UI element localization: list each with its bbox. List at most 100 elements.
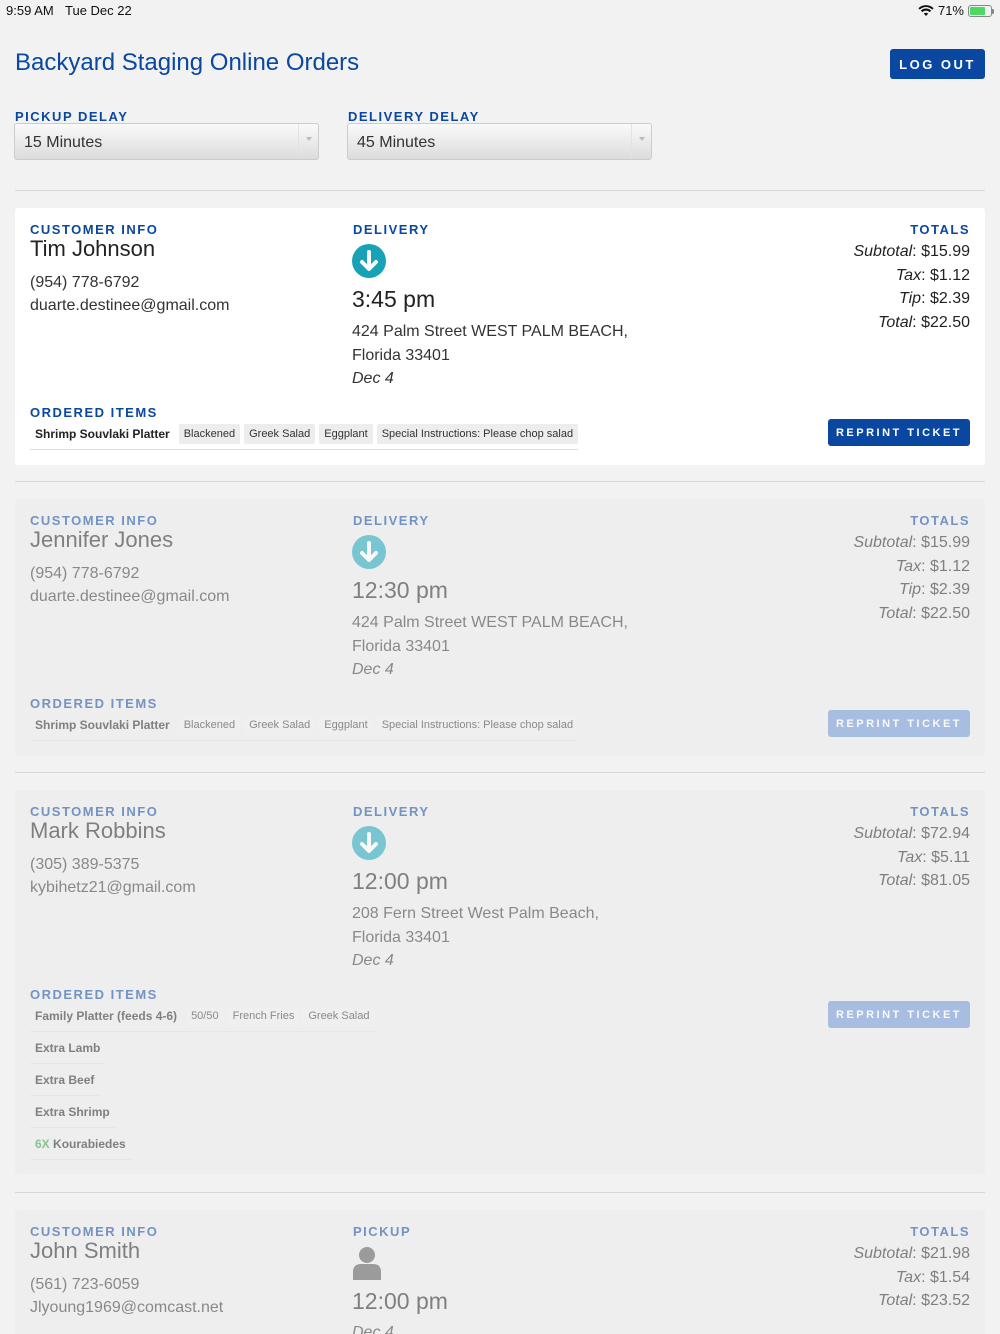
item-modifier: Special Instructions: Please chop salad <box>376 424 579 444</box>
ordered-items-label: ORDERED ITEMS <box>30 696 158 711</box>
divider <box>15 772 985 773</box>
divider <box>15 1192 985 1193</box>
tip-row: Tip: $2.39 <box>898 581 970 598</box>
order-date: Dec 4 <box>352 1324 394 1334</box>
item-name: Extra Lamb <box>35 1041 101 1055</box>
item-modifier: Special Instructions: Please chop salad <box>376 715 579 735</box>
order-time: 12:00 pm <box>352 868 448 894</box>
item-modifier: 50/50 <box>186 1006 224 1026</box>
address-line-1: 424 Palm Street WEST PALM BEACH, <box>352 323 628 340</box>
order-time: 12:30 pm <box>352 577 448 603</box>
tax-row: Tax: $1.12 <box>895 557 970 575</box>
reprint-ticket-button[interactable]: REPRINT TICKET <box>828 419 970 446</box>
status-time: 9:59 AM <box>6 3 54 18</box>
customer-phone: (954) 778-6792 <box>30 565 140 582</box>
customer-email: kybihetz21@gmail.com <box>30 879 196 896</box>
divider <box>15 481 985 482</box>
reprint-ticket-button[interactable]: REPRINT TICKET <box>828 710 970 737</box>
address-line-1: 424 Palm Street WEST PALM BEACH, <box>352 614 628 631</box>
log-out-button[interactable]: LOG OUT <box>890 49 985 79</box>
item-modifier: Eggplant <box>319 715 373 735</box>
person-icon <box>352 1246 382 1280</box>
customer-info-label: CUSTOMER INFO <box>30 804 159 819</box>
total-row: Total: $23.52 <box>878 1292 970 1309</box>
order-date: Dec 4 <box>352 952 394 969</box>
item-name: 6X Kourabiedes <box>35 1137 126 1151</box>
status-bar: 9:59 AM Tue Dec 22 71% <box>0 0 1000 22</box>
chevron-down-icon <box>298 124 318 159</box>
address-line-2: Florida 33401 <box>352 638 450 655</box>
ordered-items-label: ORDERED ITEMS <box>30 405 158 420</box>
list-item: 6X Kourabiedes <box>30 1133 131 1160</box>
item-modifier: Greek Salad <box>244 715 316 735</box>
order-card: CUSTOMER INFO Jennifer Jones (954) 778-6… <box>15 499 985 756</box>
tax-row: Tax: $1.54 <box>895 1268 970 1286</box>
customer-email: duarte.destinee@gmail.com <box>30 588 230 605</box>
total-row: Total: $22.50 <box>878 313 970 331</box>
chevron-down-icon <box>631 124 651 159</box>
totals-block: Subtotal: $72.94 Tax: $5.11 Total: $81.0… <box>853 822 970 893</box>
totals-block: Subtotal: $21.98 Tax: $1.54 Total: $23.5… <box>853 1242 970 1313</box>
subtotal-row: Subtotal: $21.98 <box>853 1245 970 1262</box>
list-item: Extra Lamb <box>30 1037 106 1064</box>
page-title: Backyard Staging Online Orders <box>15 49 360 76</box>
pickup-delay-select[interactable]: 15 Minutes <box>14 123 319 160</box>
address-line-2: Florida 33401 <box>352 347 450 364</box>
totals-block: Subtotal: $15.99 Tax: $1.12 Tip: $2.39 T… <box>853 531 970 625</box>
delivery-arrow-icon <box>352 826 386 860</box>
customer-info-label: CUSTOMER INFO <box>30 513 159 528</box>
list-item: Extra Shrimp <box>30 1101 115 1128</box>
totals-label: TOTALS <box>910 1224 970 1239</box>
list-item: Family Platter (feeds 4-6) 50/50 French … <box>30 1005 375 1032</box>
order-card: CUSTOMER INFO Mark Robbins (305) 389-537… <box>15 790 985 1174</box>
address-line-1: 208 Fern Street West Palm Beach, <box>352 905 599 922</box>
address-line-2: Florida 33401 <box>352 929 450 946</box>
order-time: 3:45 pm <box>352 286 436 312</box>
pickup-delay-label: PICKUP DELAY <box>15 109 129 124</box>
order-date: Dec 4 <box>352 370 394 387</box>
delivery-delay-value: 45 Minutes <box>357 134 436 151</box>
subtotal-row: Subtotal: $15.99 <box>853 243 970 260</box>
item-quantity: 6X <box>35 1137 50 1151</box>
total-row: Total: $22.50 <box>878 604 970 622</box>
delivery-delay-select[interactable]: 45 Minutes <box>347 123 652 160</box>
customer-name: Mark Robbins <box>30 818 166 843</box>
order-time: 12:00 pm <box>352 1288 448 1314</box>
customer-info-label: CUSTOMER INFO <box>30 1224 159 1239</box>
customer-info-label: CUSTOMER INFO <box>30 222 159 237</box>
total-row: Total: $81.05 <box>878 872 970 889</box>
order-type-label: DELIVERY <box>353 513 430 528</box>
item-modifier: Greek Salad <box>303 1006 375 1026</box>
customer-email: duarte.destinee@gmail.com <box>30 297 230 314</box>
list-item: Extra Beef <box>30 1069 100 1096</box>
totals-label: TOTALS <box>910 513 970 528</box>
order-type-label: PICKUP <box>353 1224 412 1239</box>
customer-phone: (954) 778-6792 <box>30 274 140 291</box>
item-name: Extra Beef <box>35 1073 95 1087</box>
item-name: Shrimp Souvlaki Platter <box>35 718 170 732</box>
divider <box>15 190 985 191</box>
order-card: CUSTOMER INFO John Smith (561) 723-6059 … <box>15 1210 985 1334</box>
item-modifier: Eggplant <box>319 424 373 444</box>
delivery-arrow-icon <box>352 535 386 569</box>
reprint-ticket-button[interactable]: REPRINT TICKET <box>828 1001 970 1028</box>
tax-row: Tax: $1.12 <box>895 266 970 284</box>
totals-label: TOTALS <box>910 222 970 237</box>
subtotal-row: Subtotal: $72.94 <box>853 825 970 842</box>
battery-percent: 71% <box>937 3 964 18</box>
status-date: Tue Dec 22 <box>65 3 132 18</box>
customer-name: Tim Johnson <box>30 236 156 261</box>
delivery-delay-label: DELIVERY DELAY <box>348 109 480 124</box>
customer-email: Jlyoung1969@comcast.net <box>30 1299 224 1316</box>
subtotal-row: Subtotal: $15.99 <box>853 534 970 551</box>
item-modifier: French Fries <box>227 1006 300 1026</box>
totals-label: TOTALS <box>910 804 970 819</box>
order-date: Dec 4 <box>352 661 394 678</box>
list-item: Shrimp Souvlaki Platter Blackened Greek … <box>30 714 579 741</box>
customer-name: Jennifer Jones <box>30 527 174 552</box>
status-right: 71% <box>918 3 994 18</box>
pickup-delay-value: 15 Minutes <box>24 134 103 151</box>
item-modifier: Blackened <box>178 424 241 444</box>
order-type-label: DELIVERY <box>353 804 430 819</box>
tax-row: Tax: $5.11 <box>897 848 970 866</box>
